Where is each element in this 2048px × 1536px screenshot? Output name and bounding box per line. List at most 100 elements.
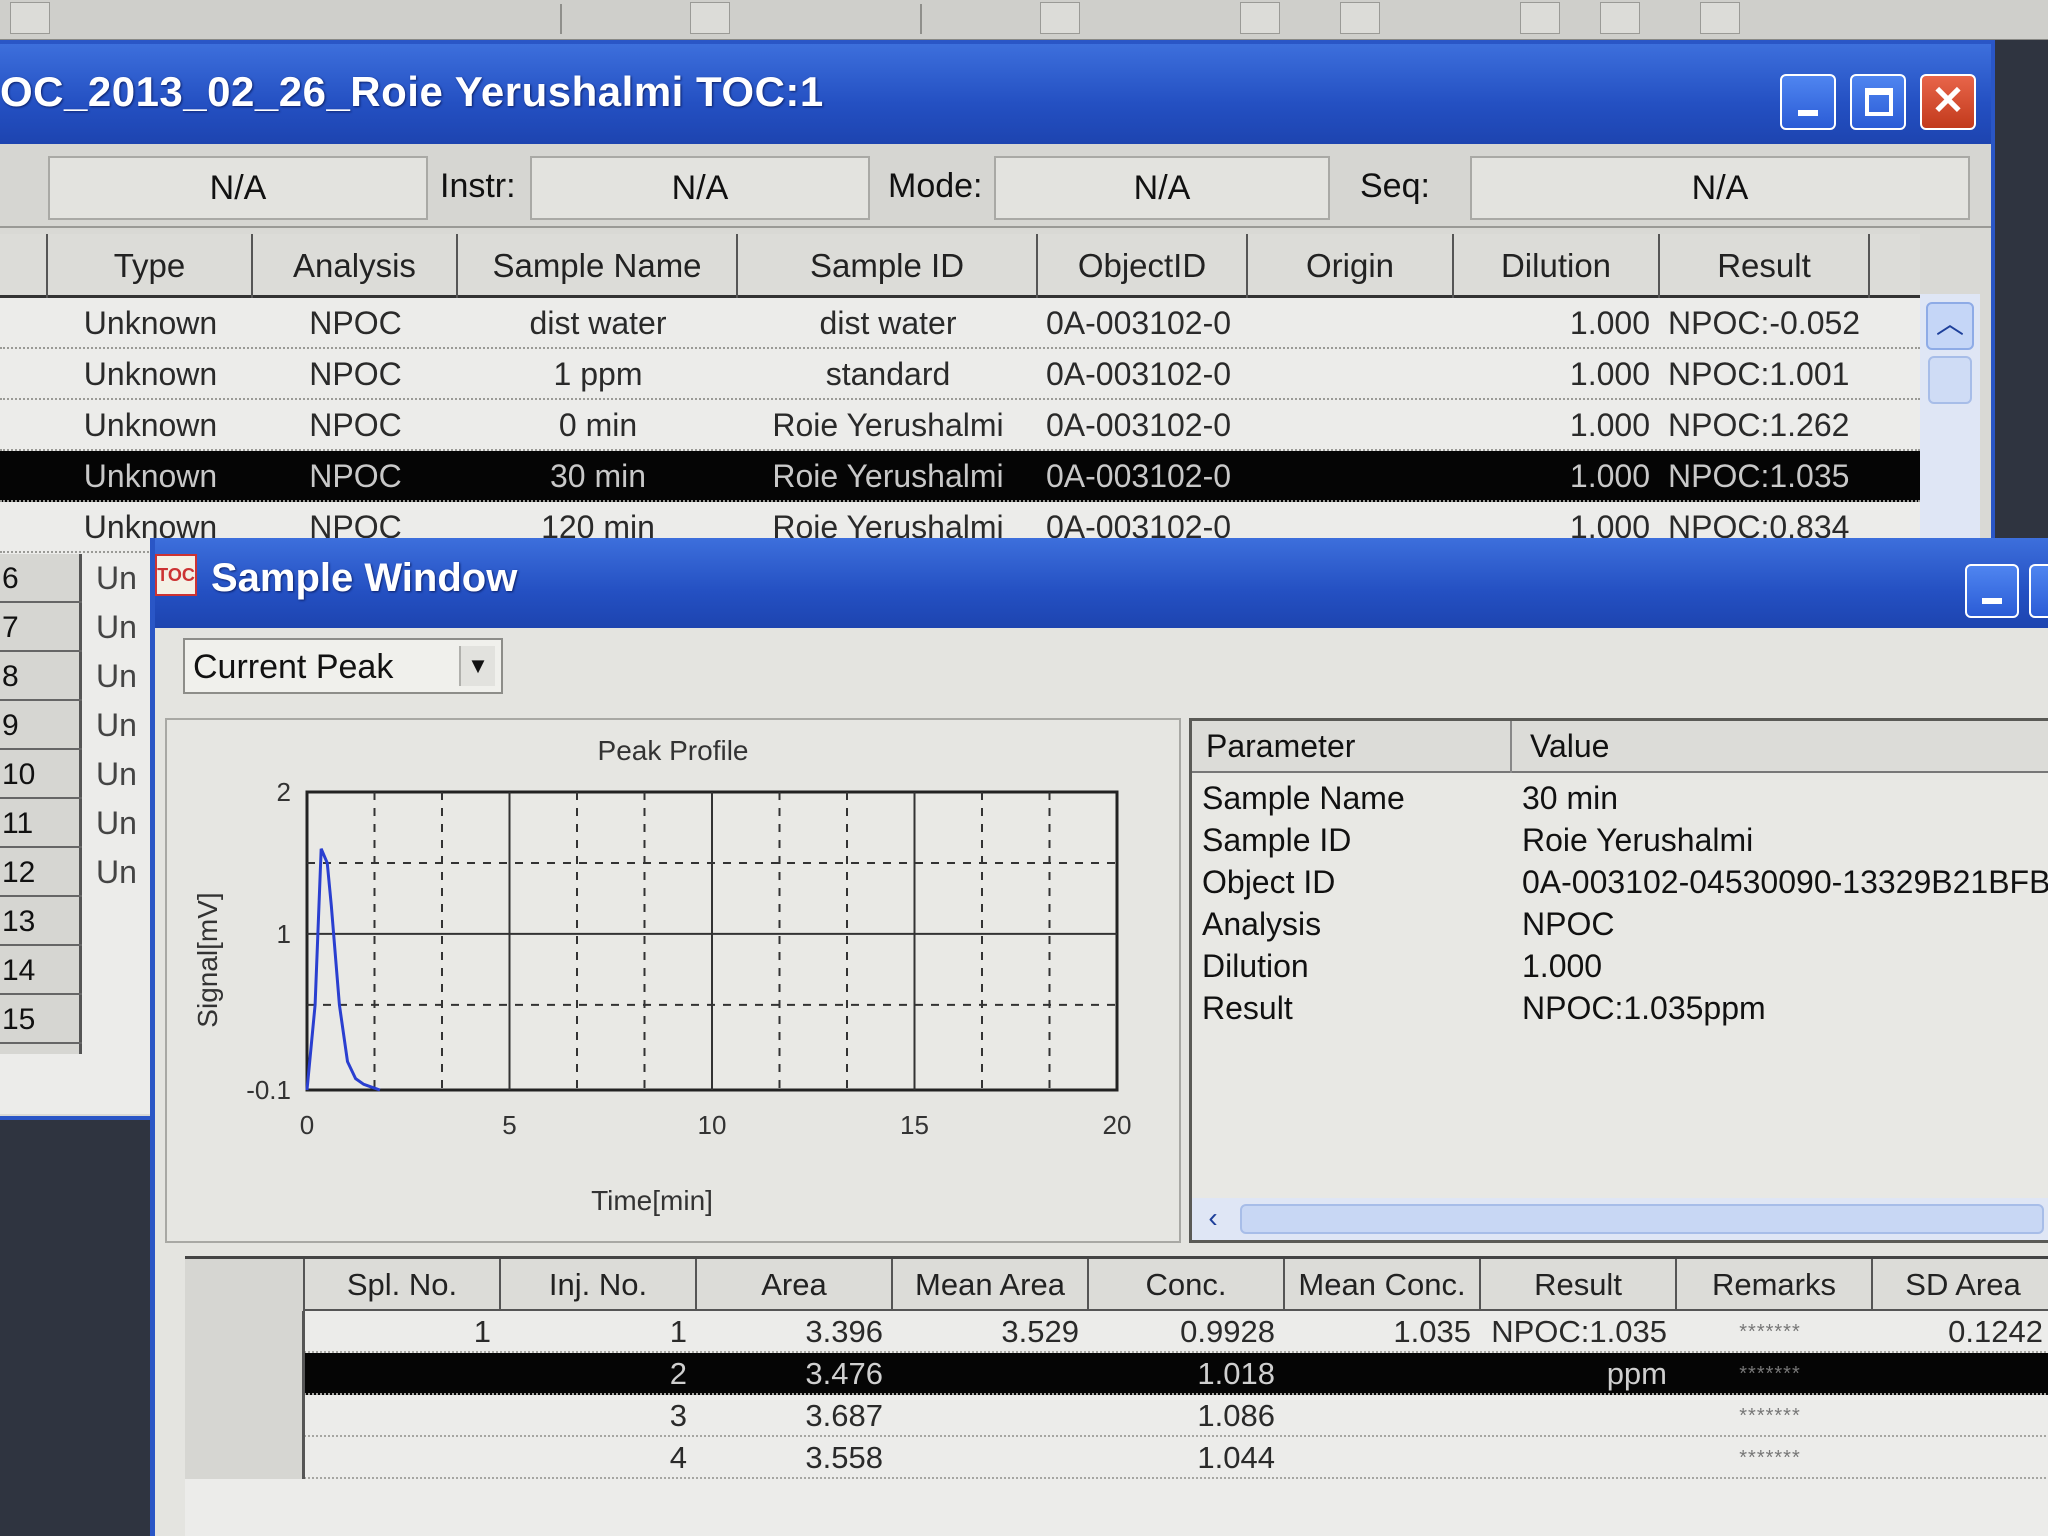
column-header-remarks[interactable]: Remarks [1677,1259,1873,1311]
column-header-type[interactable]: Type [48,234,253,298]
column-header-parameter[interactable]: Parameter [1192,721,1512,773]
sample-window: TOC Sample Window Current Peak ▼ Peak Pr… [150,538,2048,1536]
row-number[interactable]: 6 [0,554,82,603]
row-number[interactable]: 15 [0,995,82,1044]
window-titlebar[interactable]: OC_2013_02_26_Roie Yerushalmi TOC:1 ✕ [0,44,1991,144]
cell-origin [1248,349,1454,400]
column-header-inj-no[interactable]: Inj. No. [501,1259,697,1311]
row-number[interactable]: 13 [0,897,82,946]
row-number[interactable]: 11 [0,799,82,848]
cell-sample-id: dist water [819,305,957,341]
cell-mean-area: 3.529 [1001,1314,1079,1349]
table-row[interactable]: 3 3.687 1.086 ******* [185,1395,2048,1437]
toolbar-button[interactable] [690,2,730,34]
chevron-down-icon[interactable]: ▼ [459,646,495,686]
table-row[interactable]: 1 1 3.396 3.529 0.9928 1.035 NPOC:1.035 … [185,1311,2048,1353]
minimize-button[interactable] [1965,564,2019,618]
minimize-icon [1798,110,1818,116]
parameter-row: Sample Name 30 min [1192,777,2048,819]
column-header-origin[interactable]: Origin [1248,234,1454,298]
column-header-value[interactable]: Value [1512,721,2048,773]
row-number[interactable]: 12 [0,848,82,897]
column-header-analysis[interactable]: Analysis [253,234,458,298]
x-tick-label: 15 [900,1110,929,1140]
header-stub [185,1259,305,1311]
column-header-area[interactable]: Area [697,1259,893,1311]
sample-window-titlebar[interactable]: TOC Sample Window [155,538,2048,628]
column-header-sample-id[interactable]: Sample ID [738,234,1038,298]
table-row[interactable]: 4 3.558 1.044 ******* [185,1437,2048,1479]
table-row[interactable]: Unknown NPOC 1 ppm standard 0A-003102-0 … [0,349,1920,400]
toolbar-button[interactable] [1340,2,1380,34]
cell-sd-area [1873,1353,2048,1395]
x-tick-label: 10 [698,1110,727,1140]
scroll-up-icon[interactable]: ︿ [1926,302,1974,350]
table-row[interactable]: Unknown NPOC dist water dist water 0A-00… [0,298,1920,349]
parameter-key: Result [1202,990,1293,1026]
row-number[interactable]: 9 [0,701,82,750]
cell-result: NPOC:1.001 [1668,356,1850,392]
cell-remarks: ******* [1739,1447,1801,1469]
minimize-icon [1982,598,2002,604]
column-header-sd-area[interactable]: SD Area [1873,1259,2048,1311]
row-number[interactable]: 8 [0,652,82,701]
cell-conc: 1.044 [1197,1440,1275,1475]
row-number[interactable]: 7 [0,603,82,652]
cell-spl-no [305,1395,501,1437]
toolbar-button[interactable] [10,2,50,34]
injection-table: Spl. No. Inj. No. Area Mean Area Conc. M… [185,1256,2048,1536]
maximize-button[interactable] [1850,74,1906,130]
toolbar-separator [920,4,922,34]
row-header[interactable] [185,1395,305,1437]
toolbar-button[interactable] [1040,2,1080,34]
parameter-value: NPOC:1.035ppm [1522,990,1766,1026]
column-header-conc[interactable]: Conc. [1089,1259,1285,1311]
minimize-button[interactable] [1780,74,1836,130]
parameter-horizontal-scrollbar[interactable]: ‹ [1192,1198,2048,1240]
maximize-button[interactable] [2029,564,2048,618]
seq-label: Seq: [1360,167,1430,205]
row-type-stub: Un [96,560,137,596]
row-header[interactable] [185,1311,305,1353]
cell-mean-area [893,1437,1089,1479]
toolbar-button[interactable] [1600,2,1640,34]
toolbar-button[interactable] [1240,2,1280,34]
toolbar-button[interactable] [1700,2,1740,34]
toolbar-button[interactable] [1520,2,1560,34]
table-row[interactable]: Unknown NPOC 0 min Roie Yerushalmi 0A-00… [0,400,1920,451]
cell-mean-area [893,1395,1089,1437]
column-header-result[interactable]: Result [1481,1259,1677,1311]
column-header-spl-no[interactable]: Spl. No. [305,1259,501,1311]
column-header-mean-area[interactable]: Mean Area [893,1259,1089,1311]
peak-selector-dropdown[interactable]: Current Peak ▼ [183,638,503,694]
row-type-stub: Un [96,707,137,743]
column-header-result[interactable]: Result [1660,234,1870,298]
row-number[interactable]: 10 [0,750,82,799]
table-row-selected[interactable]: 2 3.476 1.018 ppm ******* [185,1353,2048,1395]
cell-conc: 1.018 [1197,1356,1275,1391]
column-header-dilution[interactable]: Dilution [1454,234,1660,298]
row-header[interactable] [185,1353,305,1395]
info-value-first: N/A [48,156,428,220]
table-row-selected[interactable]: Unknown NPOC 30 min Roie Yerushalmi 0A-0… [0,451,1920,502]
cell-object-id: 0A-003102-0 [1046,407,1232,443]
cell-object-id: 0A-003102-0 [1046,458,1232,494]
column-header-object-id[interactable]: ObjectID [1038,234,1248,298]
scroll-thumb[interactable] [1240,1204,2044,1234]
row-header[interactable] [185,1437,305,1479]
row-number[interactable]: 14 [0,946,82,995]
parameter-key: Analysis [1202,906,1322,942]
cell-inj-no: 2 [669,1356,687,1391]
parameter-row: Sample ID Roie Yerushalmi [1192,819,2048,861]
row-type-stub: Un [96,854,137,890]
close-button[interactable]: ✕ [1920,74,1976,130]
parameter-value: 0A-003102-04530090-13329B21BFBB [1522,864,2048,900]
column-header-mean-conc[interactable]: Mean Conc. [1285,1259,1481,1311]
cell-remarks: ******* [1739,1363,1801,1385]
cell-spl-no [305,1353,501,1395]
x-tick-label: 5 [502,1110,516,1140]
column-header-sample-name[interactable]: Sample Name [458,234,738,298]
scroll-left-icon[interactable]: ‹ [1196,1202,1230,1236]
scroll-thumb[interactable] [1928,356,1972,404]
mode-value: N/A [994,156,1330,220]
